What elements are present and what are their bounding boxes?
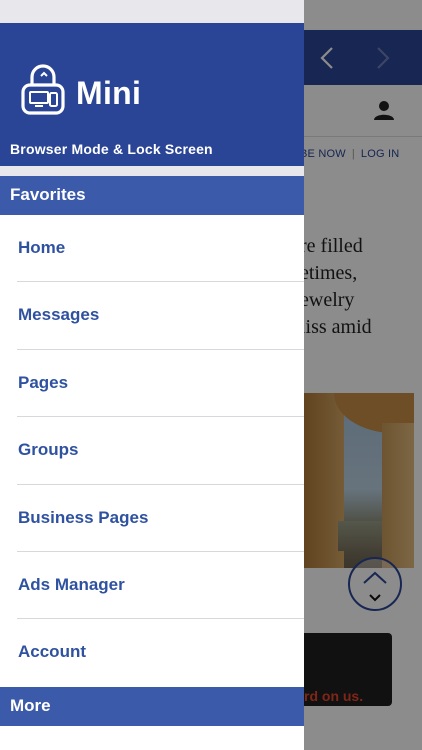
menu-item-label: Pages [18, 372, 69, 392]
app-name: Mini [76, 75, 142, 111]
menu-item-label: Messages [18, 305, 100, 325]
favorites-section-header: Favorites [0, 176, 304, 215]
menu-item-label: Groups [18, 440, 79, 460]
lock-with-devices-icon [21, 64, 65, 115]
more-section-header: More [0, 687, 304, 726]
status-bar [0, 0, 304, 23]
drawer-header: Mini Browser Mode & Lock Screen [0, 23, 304, 166]
menu-item-label: Account [18, 642, 86, 662]
menu-item-ads-manager[interactable]: Ads Manager [0, 552, 304, 620]
header-separator [0, 166, 304, 176]
section-title: More [10, 696, 51, 715]
app-subtitle: Browser Mode & Lock Screen [10, 141, 213, 157]
side-drawer: Mini Browser Mode & Lock Screen Favorite… [0, 0, 304, 750]
menu-item-account[interactable]: Account [0, 619, 304, 686]
menu-item-label: Home [18, 238, 66, 257]
menu-item-label: Business Pages [18, 507, 149, 527]
section-title: Favorites [10, 185, 86, 204]
menu-item-label: Ads Manager [18, 574, 125, 594]
menu-item-business-pages[interactable]: Business Pages [0, 485, 304, 552]
menu-item-groups[interactable]: Groups [0, 417, 304, 485]
favorites-list: Home Messages Pages Groups Business Page… [0, 215, 304, 687]
menu-item-pages[interactable]: Pages [0, 350, 304, 418]
menu-item-home[interactable]: Home [0, 215, 304, 283]
menu-item-messages[interactable]: Messages [0, 282, 304, 350]
